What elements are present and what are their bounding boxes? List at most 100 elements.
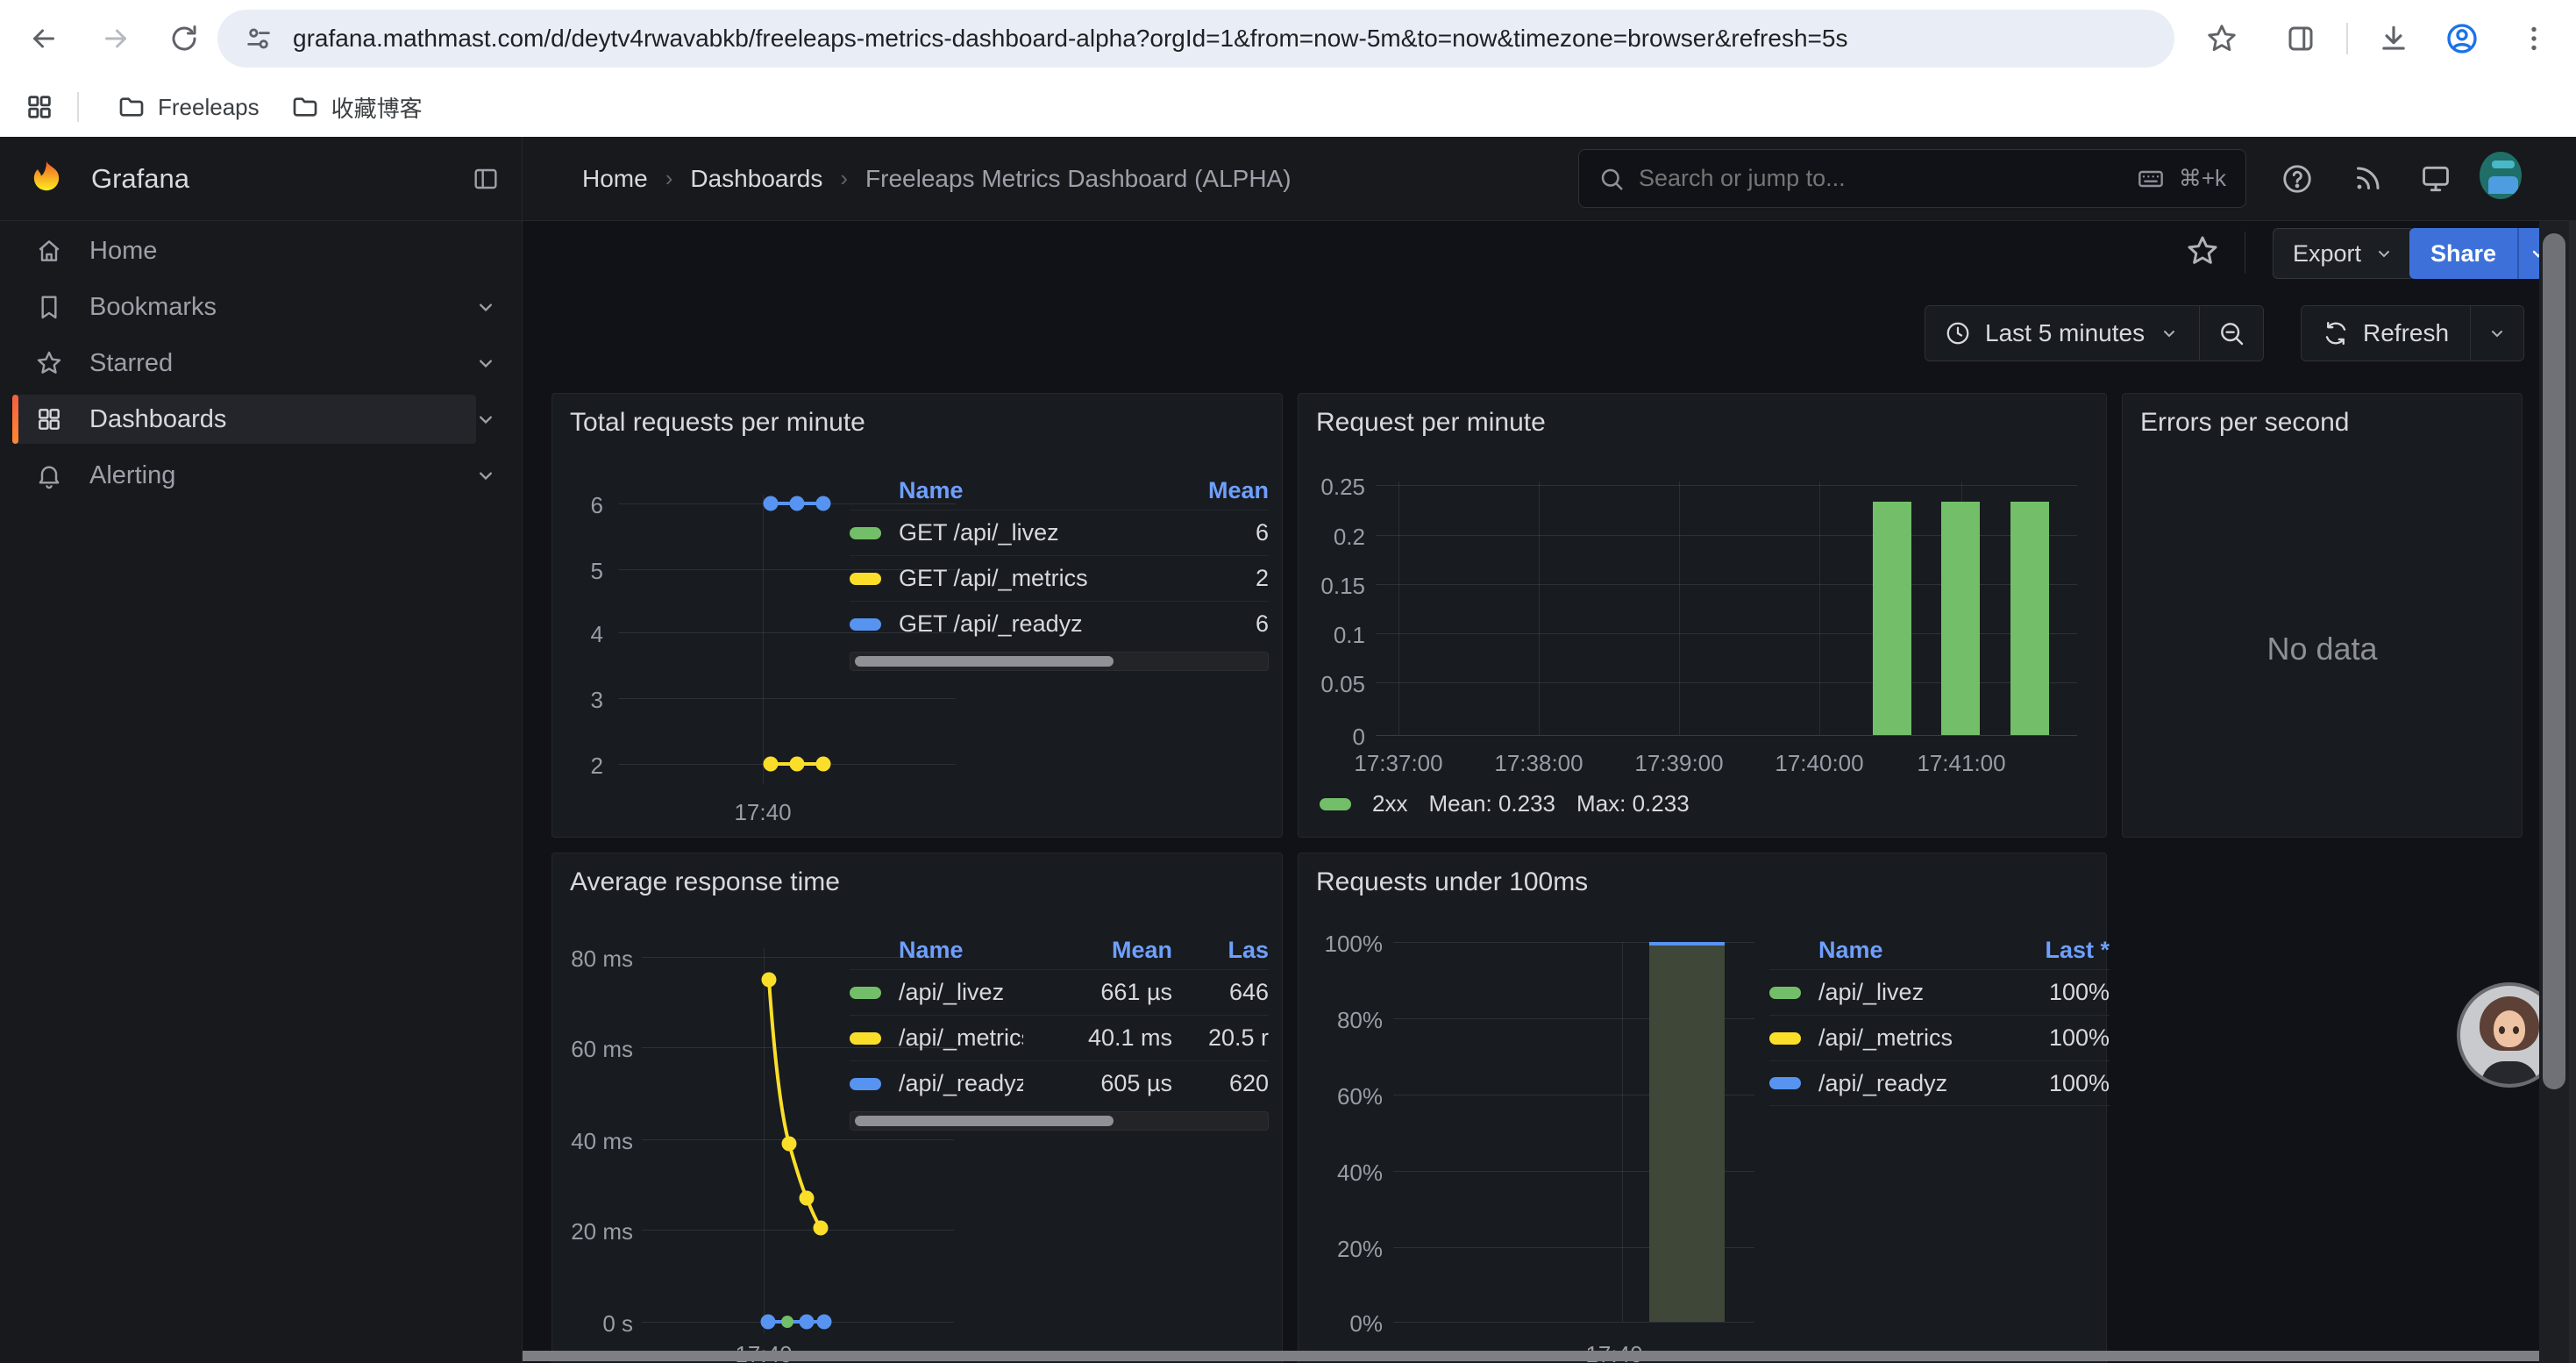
panel-title[interactable]: Requests under 100ms [1316,867,1588,897]
y-tick: 20% [1299,1236,1383,1263]
legend-row[interactable]: /api/_livez 100% [1769,969,2110,1015]
share-button[interactable]: Share [2409,228,2517,279]
legend-scrollbar[interactable] [850,1111,1269,1131]
sidebar-item-alerting[interactable]: Alerting [0,447,522,503]
legend-col-name[interactable]: Name [1818,937,2004,964]
y-tick: 0.1 [1299,622,1365,649]
legend-row[interactable]: /api/_metrics 40.1 ms 20.5 r [850,1015,1269,1060]
series-name[interactable]: /api/_metrics [899,1024,1023,1052]
gridline [763,495,764,784]
refresh-button[interactable]: Refresh [2302,306,2470,360]
sidebar-item-label: Home [89,237,157,266]
avatar-eye [2499,1026,2505,1034]
axis-baseline [1376,735,2077,736]
series-name[interactable]: /api/_metrics [1818,1024,2004,1052]
kebab-menu-icon[interactable] [2513,18,2555,60]
y-tick: 0% [1299,1310,1383,1338]
x-tick: 17:38:00 [1494,750,1583,777]
download-icon[interactable] [2373,18,2415,60]
bookmark-star-icon[interactable] [2201,18,2243,60]
chevron-down-icon [2159,323,2180,344]
breadcrumb-separator: › [665,165,673,192]
zoom-out-button[interactable] [2200,306,2263,360]
search-input[interactable] [1639,165,2123,192]
legend-col-last[interactable]: Last * [2004,937,2110,964]
legend-row[interactable]: GET /api/_readyz 6 [850,601,1269,646]
legend-row[interactable]: /api/_metrics 100% [1769,1015,2110,1060]
vertical-scrollbar[interactable] [2539,221,2569,1363]
legend-col-name[interactable]: Name [899,477,964,504]
panel-title[interactable]: Total requests per minute [570,408,865,438]
chevron-down-icon[interactable] [473,295,498,319]
y-tick: 0.15 [1299,573,1365,600]
legend-table: Name Mean Las /api/_livez 661 µs 646 /ap… [850,931,1269,1106]
y-tick: 60% [1299,1083,1383,1110]
series-name[interactable]: GET /api/_livez [899,519,1256,546]
url-bar[interactable] [217,10,2174,68]
breadcrumb-dashboards[interactable]: Dashboards [690,165,822,193]
sidebar-item-bookmarks[interactable]: Bookmarks [0,279,522,335]
export-button[interactable]: Export [2273,228,2415,279]
chevron-down-icon[interactable] [473,407,498,432]
legend-row[interactable]: /api/_readyz 100% [1769,1060,2110,1106]
horizontal-scrollbar[interactable] [523,1351,2539,1361]
sidebar-item-home[interactable]: Home [0,223,522,279]
reload-icon[interactable] [163,18,205,60]
sidebar-item-starred[interactable]: Starred [0,335,522,391]
star-icon [35,349,63,377]
bookmark-folder-freeleaps[interactable]: Freeleaps [102,86,275,128]
series-name[interactable]: /api/_readyz [899,1070,1023,1097]
chevron-down-icon[interactable] [473,463,498,488]
refresh-interval-button[interactable] [2471,306,2523,360]
series-name[interactable]: /api/_livez [899,979,1023,1006]
news-rss-icon[interactable] [2346,158,2388,200]
gridline [1398,482,1399,735]
legend-col-mean[interactable]: Mean [1023,937,1172,964]
legend-row[interactable]: /api/_livez 661 µs 646 [850,969,1269,1015]
collapse-sidebar-icon[interactable] [472,165,500,193]
series-name[interactable]: 2xx [1372,790,1407,817]
y-tick: 6 [561,492,603,519]
breadcrumb-home[interactable]: Home [582,165,648,193]
data-point [816,496,831,511]
legend-scrollbar[interactable] [850,652,1269,671]
legend-col-mean[interactable]: Mean [964,477,1269,504]
user-avatar[interactable] [2480,154,2522,196]
url-input[interactable] [293,25,2148,53]
bookmarks-separator [77,92,79,122]
help-icon[interactable] [2276,158,2318,200]
panel-title[interactable]: Errors per second [2140,408,2349,438]
search-box[interactable]: ⌘+k [1578,149,2246,208]
legend-row[interactable]: /api/_readyz 605 µs 620 [850,1060,1269,1106]
panel-total-requests: Total requests per minute 6 5 4 3 2 17:4… [551,393,1283,838]
back-icon[interactable] [23,18,65,60]
gridline [1622,942,1623,1322]
site-settings-icon[interactable] [244,24,274,54]
monitor-icon[interactable] [2415,158,2457,200]
panel-avg-response-time: Average response time 80 ms 60 ms 40 ms … [551,853,1283,1363]
series-name[interactable]: /api/_readyz [1818,1070,2004,1097]
series-name[interactable]: GET /api/_readyz [899,610,1256,638]
sidebar-item-dashboards[interactable]: Dashboards [0,391,522,447]
favorite-star-icon[interactable] [2185,233,2224,272]
brand-area: Grafana [0,137,523,220]
browser-chrome: Freeleaps 收藏博客 [0,0,2576,137]
scrollbar-thumb[interactable] [2543,233,2565,1089]
apps-grid-icon[interactable] [25,92,54,122]
panel-title[interactable]: Request per minute [1316,408,1546,438]
time-range-picker[interactable]: Last 5 minutes [1925,306,2199,360]
chevron-down-icon[interactable] [473,351,498,375]
folder-icon [291,93,319,121]
series-name[interactable]: /api/_livez [1818,979,2004,1006]
series-name[interactable]: GET /api/_metrics [899,565,1256,592]
series-mean: 40.1 ms [1023,1024,1172,1052]
profile-icon[interactable] [2441,18,2483,60]
bookmark-folder-blogs[interactable]: 收藏博客 [275,84,438,131]
grafana-logo-icon[interactable] [26,159,67,199]
legend-col-name[interactable]: Name [899,937,1023,964]
legend-col-last[interactable]: Las [1172,937,1269,964]
legend-row[interactable]: GET /api/_livez 6 [850,510,1269,555]
keyboard-icon [2137,165,2165,193]
side-panel-icon[interactable] [2280,18,2322,60]
legend-row[interactable]: GET /api/_metrics 2 [850,555,1269,601]
